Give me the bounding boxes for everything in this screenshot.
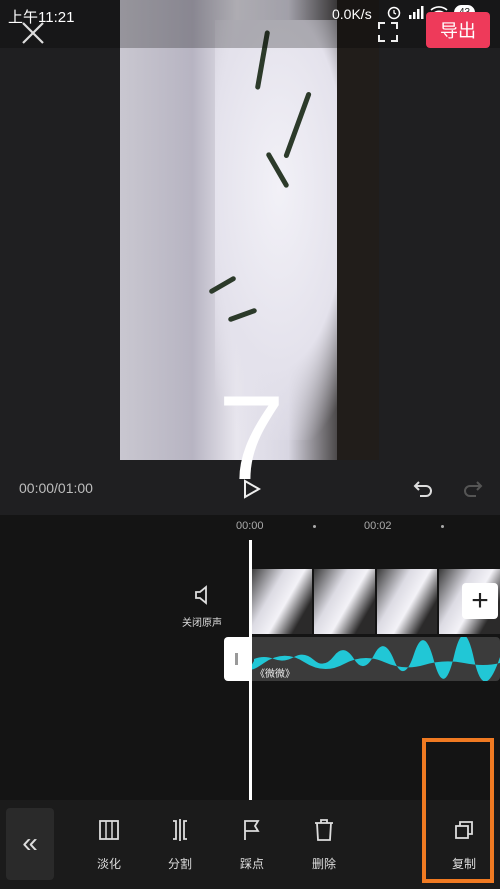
alarm-icon [387, 6, 401, 20]
fade-label: 淡化 [96, 857, 121, 871]
network-speed: 0.0K/s [332, 6, 372, 22]
mute-original-label[interactable]: 关闭原声 [182, 614, 222, 629]
highlight-frame [422, 738, 494, 883]
clip-thumbnail [376, 569, 438, 634]
fullscreen-icon[interactable] [377, 21, 399, 43]
split-icon [173, 819, 187, 841]
beat-label: 踩点 [239, 857, 264, 871]
speaker-icon[interactable] [193, 584, 215, 606]
fade-button[interactable]: 淡化 [79, 818, 139, 872]
ruler-dot [313, 525, 316, 528]
clip-thumbnail [313, 569, 375, 634]
export-button[interactable]: 导出 [426, 12, 490, 48]
delete-label: 删除 [311, 857, 336, 871]
timecode: 00:00/01:00 [19, 480, 93, 496]
audio-name: 《微微》 [255, 669, 295, 680]
undo-icon[interactable] [412, 478, 434, 500]
collapse-button[interactable]: « [6, 808, 54, 880]
split-label: 分割 [167, 857, 192, 871]
flag-icon [244, 820, 260, 840]
ruler-time-0: 00:00 [236, 520, 264, 532]
ruler-time-1: 00:02 [364, 520, 392, 532]
playhead[interactable] [249, 540, 252, 800]
close-icon[interactable] [20, 20, 46, 46]
clip-thumbnail [251, 569, 312, 634]
add-clip-button[interactable]: + [462, 583, 498, 619]
redo-icon[interactable] [462, 478, 484, 500]
audio-trim-handle[interactable] [224, 637, 250, 681]
ruler-dot [441, 525, 444, 528]
beat-button[interactable]: 踩点 [222, 818, 282, 872]
play-icon[interactable] [240, 478, 262, 500]
split-button[interactable]: 分割 [150, 818, 210, 872]
delete-icon [315, 819, 333, 841]
delete-button[interactable]: 删除 [294, 818, 354, 872]
signal-icon [409, 6, 424, 19]
fade-icon [99, 820, 119, 840]
